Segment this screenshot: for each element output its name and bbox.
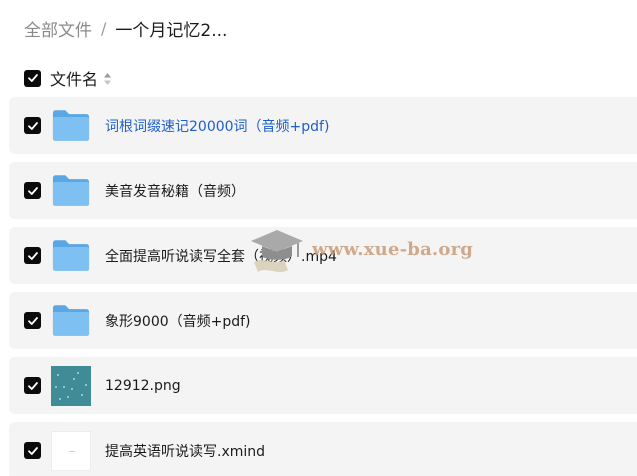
file-row[interactable]: 全面提高听说读写全套（视频）.mp4 — [9, 227, 637, 284]
document-thumbnail[interactable] — [51, 430, 91, 471]
folder-icon[interactable] — [51, 171, 91, 211]
row-checkbox[interactable] — [24, 377, 41, 394]
file-name[interactable]: 12912.png — [105, 378, 181, 394]
file-row[interactable]: 12912.png — [9, 357, 637, 414]
checkmark-icon — [27, 251, 38, 260]
filename-column-header[interactable]: 文件名 — [50, 66, 98, 90]
file-list: 词根词缀速记20000词（音频+pdf) 美音发音秘籍（音频） 全面提高听说读写全套… — [9, 97, 637, 476]
folder-icon[interactable] — [51, 106, 91, 146]
file-list-header: 文件名 — [24, 66, 112, 90]
checkmark-icon — [27, 316, 38, 325]
file-row[interactable]: 象形9000（音频+pdf) — [9, 292, 637, 349]
checkmark-icon — [27, 446, 38, 455]
breadcrumb-root-link[interactable]: 全部文件 — [24, 16, 92, 41]
row-checkbox[interactable] — [24, 442, 41, 459]
breadcrumb-separator: / — [101, 18, 107, 38]
folder-icon[interactable] — [51, 236, 91, 276]
breadcrumb-current-folder: 一个月记忆2... — [115, 20, 228, 41]
image-thumbnail[interactable] — [51, 365, 91, 406]
checkmark-icon — [27, 381, 38, 390]
select-all-checkbox[interactable] — [24, 69, 41, 87]
checkmark-icon — [27, 121, 38, 130]
row-checkbox[interactable] — [24, 182, 41, 199]
sort-icon[interactable] — [103, 71, 112, 85]
checkmark-icon — [27, 74, 38, 82]
file-name[interactable]: 美音发音秘籍（音频） — [105, 181, 245, 201]
row-checkbox[interactable] — [24, 312, 41, 329]
row-checkbox[interactable] — [24, 117, 41, 134]
file-name[interactable]: 提高英语听说读写.xmind — [105, 441, 265, 461]
file-name[interactable]: 词根词缀速记20000词（音频+pdf) — [105, 116, 329, 136]
folder-icon[interactable] — [51, 301, 91, 341]
file-row[interactable]: 提高英语听说读写.xmind — [9, 422, 637, 476]
checkmark-icon — [27, 186, 38, 195]
file-name[interactable]: 全面提高听说读写全套（视频）.mp4 — [105, 246, 337, 266]
breadcrumb: 全部文件 / 一个月记忆2... — [24, 16, 228, 41]
row-checkbox[interactable] — [24, 247, 41, 264]
file-row[interactable]: 词根词缀速记20000词（音频+pdf) — [9, 97, 637, 154]
file-row[interactable]: 美音发音秘籍（音频） — [9, 162, 637, 219]
file-name[interactable]: 象形9000（音频+pdf) — [105, 311, 251, 331]
